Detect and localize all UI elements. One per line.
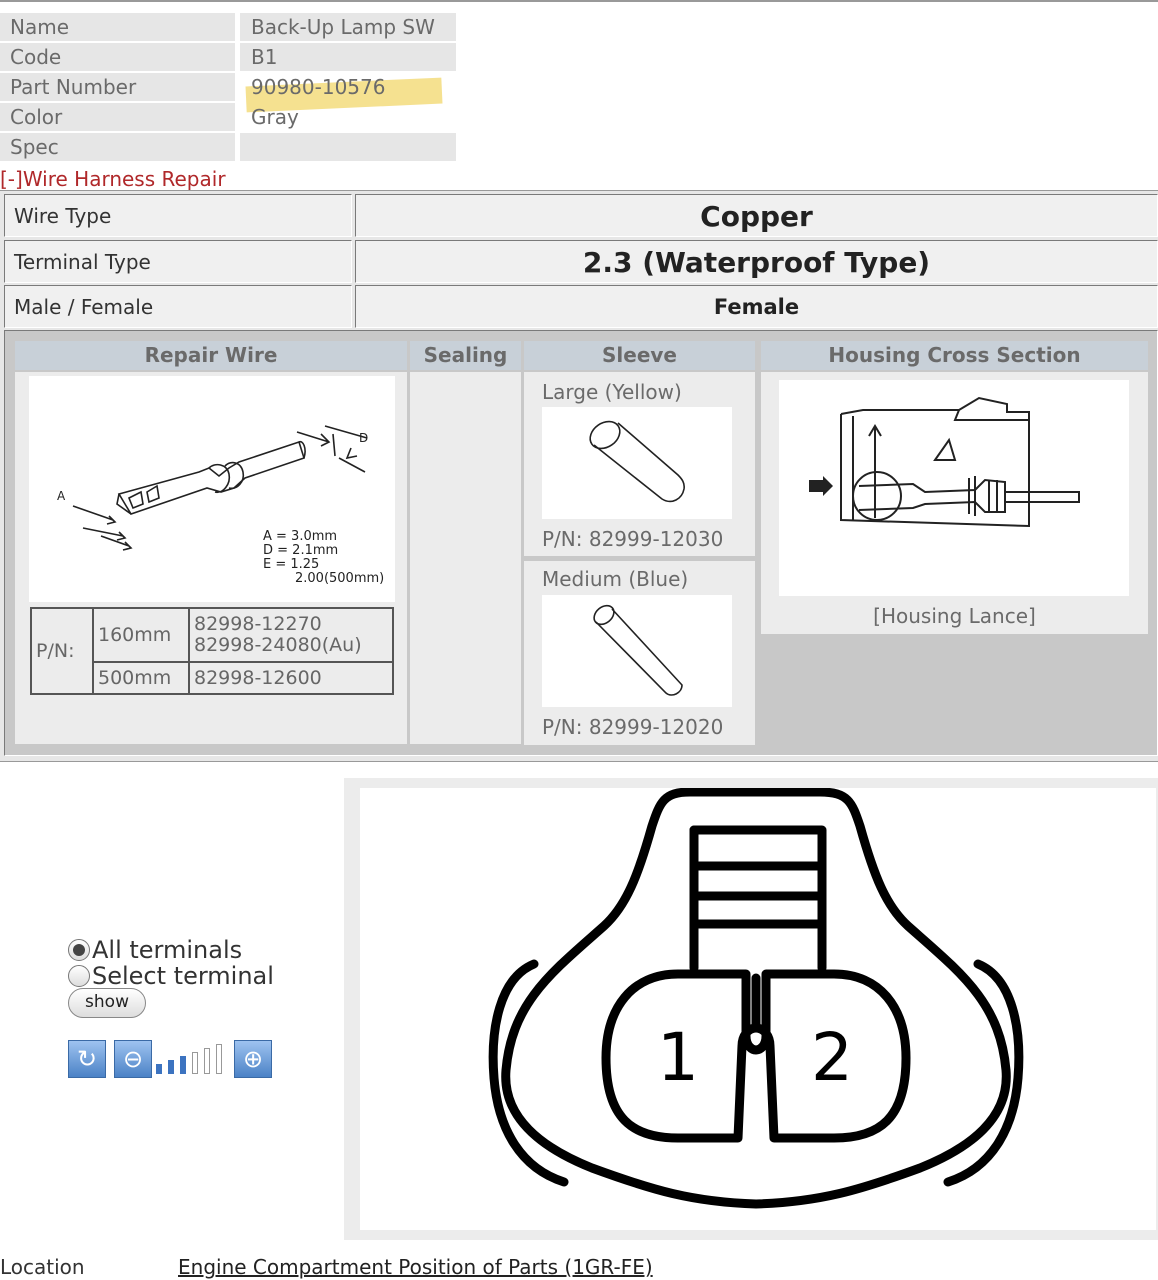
pn-length: 160mm [92,607,190,663]
connector-diagram: 1 2 [360,787,1156,1230]
male-female-label: Male / Female [4,285,352,328]
terminal-drawing: A D A = 3.0mm D = 2.1mm E = 1.25 2.00(50… [57,425,384,586]
dim-e2: 2.00(500mm) [295,571,384,586]
male-female-value: Female [355,285,1158,328]
spec-label: Spec [0,133,235,161]
housing-cross-section-drawing [809,396,1080,528]
terminal-type-label: Terminal Type [4,240,352,283]
name-value: Back-Up Lamp SW [240,13,456,41]
terminal-type-value: 2.3 (Waterproof Type) [355,240,1158,283]
sealing-header: Sealing [410,341,521,370]
pin-2-label: 2 [811,1019,853,1096]
zoom-level-bar[interactable] [156,1064,162,1074]
zoom-out-icon[interactable]: ⊖ [114,1040,152,1078]
pn-number: 82998-12600 [188,661,394,695]
color-label: Color [0,103,235,131]
all-terminals-radio[interactable] [68,939,90,961]
wire-type-label: Wire Type [4,194,352,237]
all-terminals-label: All terminals [92,936,243,964]
pn-numbers: 82998-12270 82998-24080(Au) [188,607,394,663]
dim-d: D = 2.1mm [263,543,338,558]
repair-wire-figure: A D A = 3.0mm D = 2.1mm E = 1.25 2.00(50… [29,376,395,602]
large-sleeve-drawing [589,420,685,503]
repair-wire-pn-table: P/N: 160mm 82998-12270 82998-24080(Au) 5… [30,607,394,695]
housing-caption: [Housing Lance] [873,604,1036,628]
select-terminal-radio[interactable] [68,965,90,987]
code-value: B1 [240,43,456,71]
sleeve-medium-figure [542,595,732,707]
repair-wire-header: Repair Wire [15,341,407,370]
select-terminal-label: Select terminal [92,962,274,990]
zoom-level-bar[interactable] [168,1060,174,1074]
refresh-icon[interactable]: ↻ [68,1040,106,1078]
sleeve-large-figure [542,407,732,519]
sleeve-medium-label: Medium (Blue) [542,567,689,591]
code-label: Code [0,43,235,71]
zoom-level-bar[interactable] [204,1048,210,1074]
zoom-level-bar[interactable] [192,1052,198,1074]
sleeve-large-pn: P/N: 82999-12030 [542,527,724,551]
name-label: Name [0,13,235,41]
part-number-label: Part Number [0,73,235,101]
color-value: Gray [251,105,299,129]
connector-face-drawing: 1 2 [488,787,1024,1209]
pn-label: P/N: [30,607,94,695]
housing-figure [779,380,1129,596]
dim-e: E = 1.25 [263,557,319,572]
dim-a-tag: A [57,489,66,503]
part-number-value: 90980-10576 [251,75,386,99]
top-divider [0,0,1158,2]
select-terminal-option[interactable]: Select terminal [68,962,274,990]
dim-d-tag: D [359,431,368,445]
zoom-level-bar[interactable] [180,1056,186,1074]
pn-length: 500mm [92,661,190,695]
show-button[interactable]: show [68,988,146,1018]
sleeve-header: Sleeve [524,341,755,370]
sleeve-large-label: Large (Yellow) [542,380,682,404]
radio-selected-dot [73,944,85,956]
zoom-level-bar[interactable] [216,1044,222,1074]
wire-harness-repair-toggle[interactable]: [-]Wire Harness Repair [0,167,226,191]
spec-value [240,133,456,161]
wire-type-value: Copper [355,194,1158,237]
dim-a: A = 3.0mm [263,529,337,544]
sealing-cell [410,372,521,744]
sleeve-medium-pn: P/N: 82999-12020 [542,715,724,739]
pn-number: 82998-12270 [194,613,322,635]
zoom-in-icon[interactable]: ⊕ [234,1040,272,1078]
medium-sleeve-drawing [593,604,683,696]
zoom-level-indicator[interactable] [154,1040,230,1078]
location-label: Location [0,1255,85,1279]
pin-1-label: 1 [657,1019,699,1096]
pn-number: 82998-24080(Au) [194,634,362,656]
location-link[interactable]: Engine Compartment Position of Parts (1G… [178,1255,653,1279]
housing-header: Housing Cross Section [761,341,1148,370]
all-terminals-option[interactable]: All terminals [68,936,243,964]
